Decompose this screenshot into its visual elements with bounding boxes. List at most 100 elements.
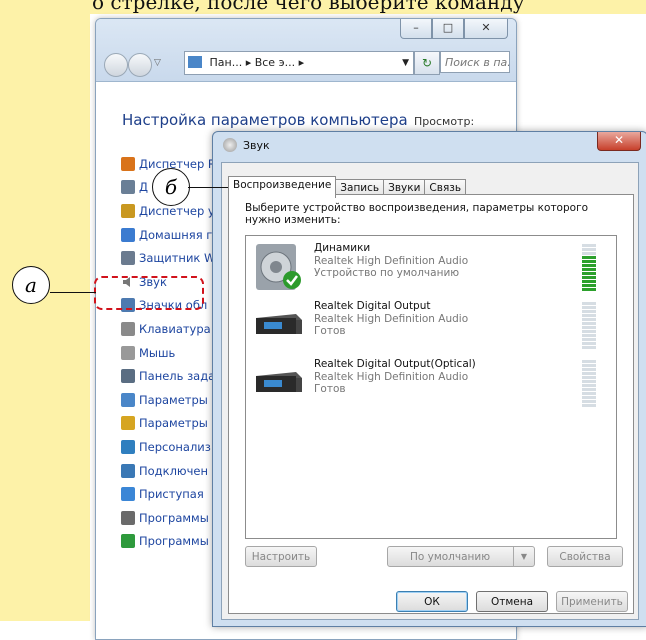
speaker-icon xyxy=(223,138,237,152)
background-strip xyxy=(0,0,90,621)
close-button[interactable]: ✕ xyxy=(464,19,508,39)
tab-panel: Выберите устройство воспроизведения, пар… xyxy=(228,194,634,614)
dialog-title: Звук xyxy=(243,138,270,152)
set-default-label: По умолчанию xyxy=(409,551,491,563)
callout-a: а xyxy=(12,266,50,304)
volume-meter-bar xyxy=(582,334,596,337)
speaker-icon xyxy=(250,242,308,292)
control-panel-item-label: Программы xyxy=(139,510,209,525)
device-status: Устройство по умолчанию xyxy=(314,267,460,279)
minimize-button[interactable]: – xyxy=(400,19,432,39)
address-bar[interactable]: Пан... ▸ Все э... ▸ ▼ xyxy=(184,51,414,75)
control-panel-item-label: Параметры xyxy=(139,392,208,407)
address-path: Пан... ▸ Все э... ▸ xyxy=(209,56,305,69)
view-label: Просмотр: xyxy=(414,115,475,128)
control-panel-item-label: Подключен xyxy=(139,463,208,478)
address-dropdown-icon[interactable]: ▼ xyxy=(402,52,409,74)
getting-started-icon xyxy=(121,487,135,502)
control-panel-item-label: Д xyxy=(139,180,148,195)
device-description: Realtek High Definition Audio xyxy=(314,371,469,383)
device-row[interactable]: Динамики Realtek High Definition Audio Уст… xyxy=(246,240,614,296)
page-title: Настройка параметров компьютера xyxy=(122,111,408,129)
folder-options-icon xyxy=(121,416,135,431)
page-text: о стрелке, после чего выберите команду xyxy=(92,0,525,14)
dialog-body: Воспроизведение Запись Звуки Связь Выберите… xyxy=(221,162,639,620)
keyboard-icon xyxy=(121,321,135,336)
volume-meter-bar xyxy=(582,284,596,287)
search-input[interactable]: Поиск в па. xyxy=(440,51,510,73)
volume-meter-bar xyxy=(582,288,596,291)
sound-dialog: Звук ✕ Воспроизведение Запись Звуки Связь В… xyxy=(212,131,646,627)
volume-meter-bar xyxy=(582,368,596,371)
volume-meter-bar xyxy=(582,388,596,391)
control-panel-item-label: Программы xyxy=(139,534,209,549)
mouse-icon xyxy=(121,345,135,360)
volume-meter-bar xyxy=(582,338,596,341)
dialog-close-button[interactable]: ✕ xyxy=(597,132,641,151)
user-icon xyxy=(121,392,135,407)
volume-meter-bar xyxy=(582,396,596,399)
control-panel-item-label: Приступая xyxy=(139,487,204,502)
volume-meter-bar xyxy=(582,280,596,283)
volume-meter-bar xyxy=(582,248,596,251)
volume-meter xyxy=(582,302,596,349)
set-default-button[interactable]: По умолчанию ▼ xyxy=(387,546,535,567)
back-button[interactable] xyxy=(104,53,128,77)
control-panel-item-label: Клавиатура xyxy=(139,321,211,336)
homegroup-icon xyxy=(121,227,135,242)
volume-meter xyxy=(582,360,596,407)
tab-0[interactable]: Воспроизведение xyxy=(228,176,337,198)
volume-meter-bar xyxy=(582,342,596,345)
maximize-button[interactable]: □ xyxy=(432,19,464,39)
forward-button[interactable] xyxy=(128,53,152,77)
control-panel-item-label: Защитник W xyxy=(139,251,216,266)
control-panel-item-label: Мышь xyxy=(139,345,176,360)
volume-meter-bar xyxy=(582,276,596,279)
device-name: Realtek Digital Output(Optical) xyxy=(314,358,476,370)
programs-icon xyxy=(121,510,135,525)
properties-button[interactable]: Свойства xyxy=(547,546,623,567)
device-list[interactable]: Динамики Realtek High Definition Audio Уст… xyxy=(245,235,617,539)
volume-meter-bar xyxy=(582,256,596,259)
personalization-icon xyxy=(121,439,135,454)
volume-meter-bar xyxy=(582,380,596,383)
device-status: Готов xyxy=(314,325,346,337)
volume-meter-bar xyxy=(582,392,596,395)
volume-meter-bar xyxy=(582,360,596,363)
volume-meter-bar xyxy=(582,384,596,387)
volume-meter-bar xyxy=(582,400,596,403)
volume-meter-bar xyxy=(582,264,596,267)
volume-meter-bar xyxy=(582,302,596,305)
control-panel-item-label: Домашняя г xyxy=(139,227,213,242)
volume-meter-bar xyxy=(582,322,596,325)
device-row[interactable]: Realtek Digital Output(Optical) Realtek H… xyxy=(246,356,614,412)
device-description: Realtek High Definition Audio xyxy=(314,313,469,325)
defender-icon xyxy=(121,251,135,266)
instruction-text: Выберите устройство воспроизведения, пар… xyxy=(245,202,589,226)
ok-button[interactable]: ОК xyxy=(396,591,468,612)
digital-output-icon xyxy=(250,300,308,350)
configure-button[interactable]: Настроить xyxy=(245,546,317,567)
control-panel-item-label: Параметры xyxy=(139,416,208,431)
volume-meter-bar xyxy=(582,260,596,263)
realtek-icon xyxy=(121,156,135,171)
control-panel-item-label: Панель зада xyxy=(139,369,216,384)
device-row[interactable]: Realtek Digital Output Realtek High Defin… xyxy=(246,298,614,354)
volume-meter-bar xyxy=(582,326,596,329)
cancel-button[interactable]: Отмена xyxy=(476,591,548,612)
chevron-down-icon[interactable]: ▼ xyxy=(513,547,534,567)
history-dropdown-icon[interactable]: ▽ xyxy=(154,58,161,68)
window-controls: – □ ✕ xyxy=(400,19,508,39)
device-name: Динамики xyxy=(314,242,371,254)
refresh-icon[interactable]: ↻ xyxy=(414,51,440,75)
dialog-titlebar: Звук xyxy=(223,138,270,152)
device-name: Realtek Digital Output xyxy=(314,300,431,312)
control-panel-icon xyxy=(188,56,202,68)
highlight-sound-item xyxy=(94,276,204,310)
devices-icon xyxy=(121,180,135,195)
volume-meter-bar xyxy=(582,346,596,349)
apply-button[interactable]: Применить xyxy=(556,591,628,612)
control-panel-titlebar: – □ ✕ ▽ Пан... ▸ Все э... ▸ ▼ ↻ Поиск в … xyxy=(96,19,516,82)
volume-meter-bar xyxy=(582,272,596,275)
volume-meter-bar xyxy=(582,252,596,255)
